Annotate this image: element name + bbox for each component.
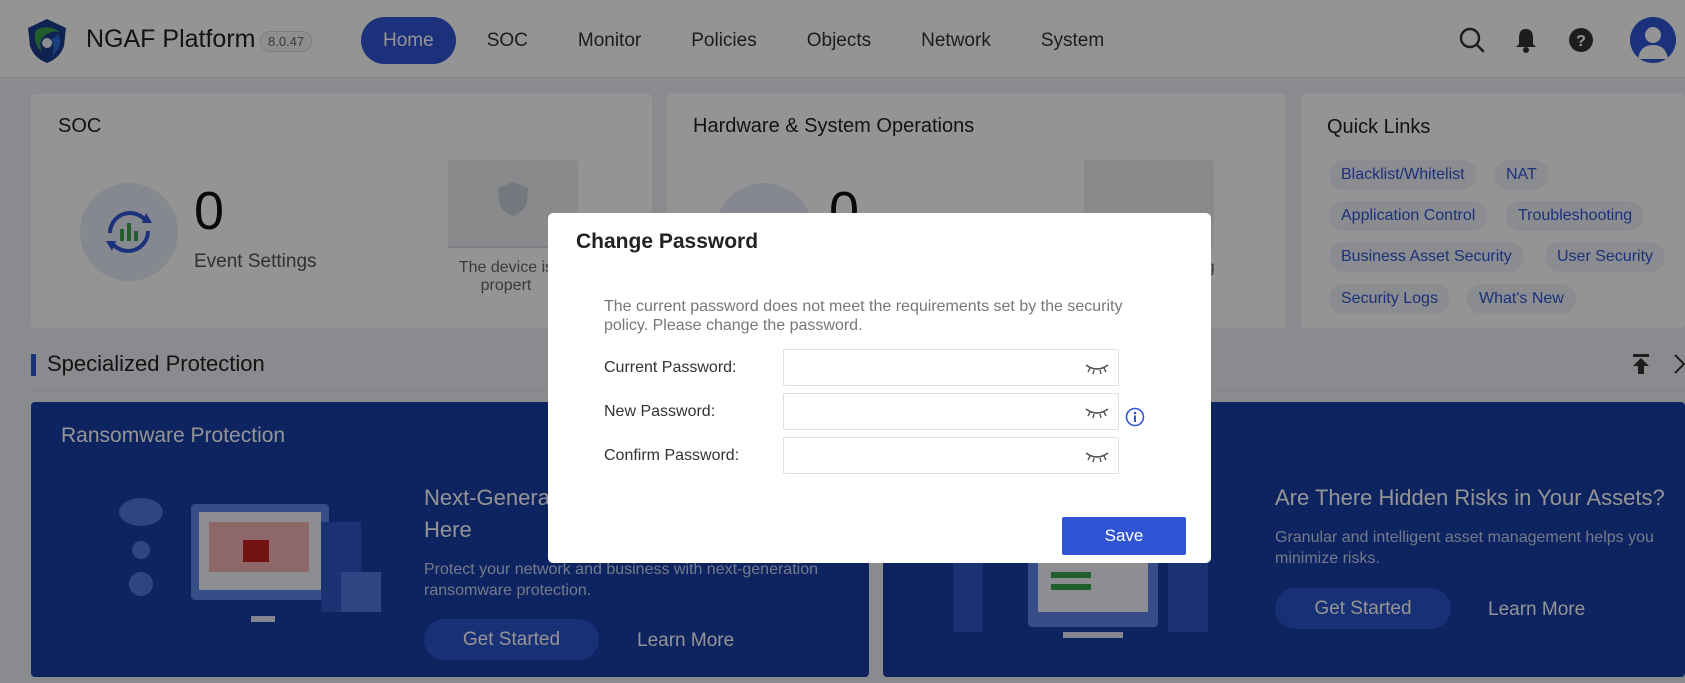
eye-closed-icon[interactable] bbox=[1084, 406, 1110, 420]
save-button[interactable]: Save bbox=[1062, 517, 1186, 555]
dialog-title: Change Password bbox=[576, 230, 759, 253]
change-password-dialog: Change Password The current password doe… bbox=[548, 213, 1211, 563]
new-password-label: New Password: bbox=[604, 403, 716, 420]
current-password-label: Current Password: bbox=[604, 359, 737, 376]
dialog-message: The current password does not meet the r… bbox=[604, 298, 1123, 334]
password-info-icon[interactable] bbox=[1125, 407, 1145, 427]
eye-closed-icon[interactable] bbox=[1084, 450, 1110, 464]
confirm-password-field[interactable] bbox=[783, 437, 1119, 474]
current-password-field[interactable] bbox=[783, 349, 1119, 386]
confirm-password-label: Confirm Password: bbox=[604, 447, 740, 464]
eye-closed-icon[interactable] bbox=[1084, 362, 1110, 376]
new-password-field[interactable] bbox=[783, 393, 1119, 430]
